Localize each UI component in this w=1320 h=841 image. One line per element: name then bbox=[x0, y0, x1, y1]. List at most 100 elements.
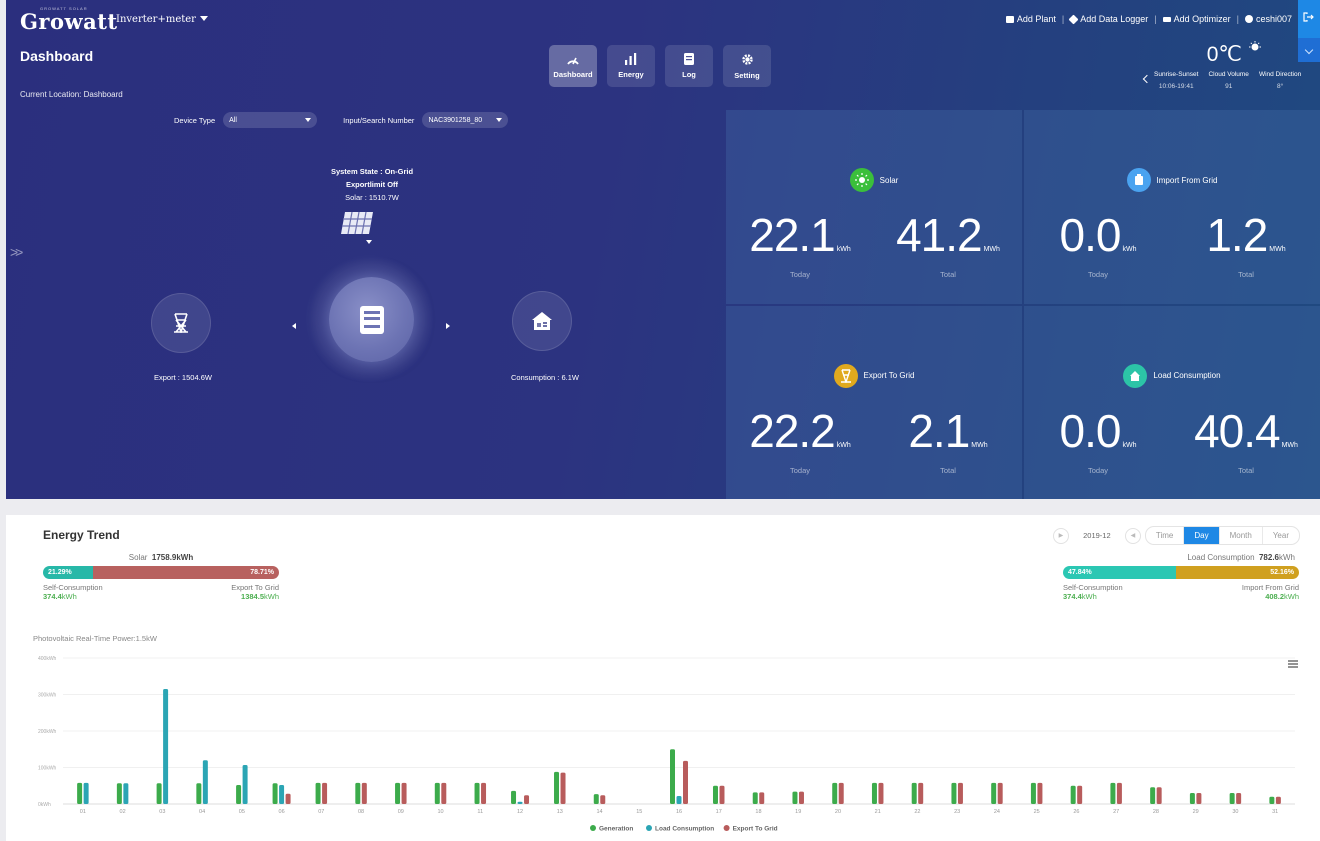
tab-log[interactable]: Log bbox=[665, 45, 713, 87]
total-value: 40.4 bbox=[1194, 404, 1281, 457]
import-value: 408.2 bbox=[1265, 592, 1284, 601]
energy-trend-title: Energy Trend bbox=[43, 528, 120, 542]
y-tick-label: 0kWh bbox=[38, 802, 51, 808]
tile-header: Import From Grid bbox=[1024, 168, 1320, 192]
next-date-button[interactable]: ◀ bbox=[1124, 527, 1141, 544]
weather-details: Sunrise-Sunset 10:06-19:41 Cloud Volume 91… bbox=[1154, 71, 1301, 90]
tile-solar[interactable]: Solar 22.1 kWh Today 41.2 MWh Total bbox=[726, 110, 1022, 304]
tile-load-consumption[interactable]: Load Consumption 0.0 kWh Today 40.4 MWh Tota… bbox=[1024, 305, 1320, 499]
total-stat: 2.1 MWh Total bbox=[874, 406, 1022, 475]
bar-generation bbox=[236, 785, 242, 804]
user-menu[interactable]: ceshi007 bbox=[1244, 14, 1292, 24]
x-tick-label: 25 bbox=[1034, 809, 1040, 815]
bar-export-to-grid bbox=[441, 782, 447, 804]
dashboard-banner: GROWATT SOLAR Growatt Inverter+meter Add… bbox=[6, 0, 1320, 499]
y-tick-label: 100kWh bbox=[38, 766, 57, 772]
tab-time[interactable]: Time bbox=[1146, 527, 1183, 544]
tile-export-to-grid[interactable]: Export To Grid 22.2 kWh Today 2.1 MWh Total bbox=[726, 305, 1022, 499]
tab-setting[interactable]: Setting bbox=[723, 45, 771, 87]
export-power-text: Export : 1504.6W bbox=[154, 373, 212, 382]
legend-marker bbox=[646, 825, 652, 831]
solar-panel-icon bbox=[341, 211, 373, 244]
solar-summary-title: Solar 1758.9kWh bbox=[43, 553, 279, 562]
inverter-node[interactable] bbox=[329, 277, 414, 362]
date-picker[interactable]: 2019-12 bbox=[1073, 531, 1121, 540]
tile-import-from-grid[interactable]: Import From Grid 0.0 kWh Today 1.2 MWh Total bbox=[1024, 110, 1320, 304]
tab-energy-label: Energy bbox=[618, 70, 644, 79]
tab-month[interactable]: Month bbox=[1218, 527, 1262, 544]
tab-day[interactable]: Day bbox=[1183, 527, 1219, 544]
today-stat: 22.1 kWh Today bbox=[726, 210, 874, 279]
load-summary: Load Consumption 782.6kWh 47.84% 52.16% … bbox=[1063, 553, 1299, 601]
tab-setting-label: Setting bbox=[734, 70, 760, 80]
system-state: System State : On-Grid Exportlimit Off S… bbox=[312, 165, 432, 204]
x-tick-label: 27 bbox=[1113, 809, 1119, 815]
solar-legend: Self-Consumption 374.4kWh Export To Grid 1… bbox=[43, 583, 279, 601]
bar-load-consumption bbox=[83, 782, 89, 804]
device-type-label: Device Type bbox=[174, 115, 216, 125]
bar-generation bbox=[196, 783, 202, 804]
bar-generation bbox=[434, 782, 440, 804]
tab-energy[interactable]: Energy bbox=[607, 45, 655, 87]
bar-generation bbox=[1189, 793, 1195, 804]
bar-generation bbox=[871, 782, 877, 804]
optimizer-icon bbox=[1162, 16, 1171, 22]
solar-total: 1758.9 bbox=[151, 553, 177, 562]
x-tick-label: 12 bbox=[517, 809, 523, 815]
top-links: Add Plant | Add Data Logger | Add Optimi… bbox=[1005, 14, 1292, 24]
legend-label: Generation bbox=[599, 826, 633, 833]
device-type-select[interactable]: All bbox=[223, 112, 318, 128]
pv-realtime-power: Photovoltaic Real-Time Power:1.5kW bbox=[33, 634, 157, 643]
today-label: Today bbox=[789, 270, 810, 279]
legend-label: Export To Grid bbox=[733, 826, 778, 833]
x-tick-label: 02 bbox=[120, 809, 126, 815]
chevron-down-icon bbox=[199, 16, 208, 21]
tile-values: 22.2 kWh Today 2.1 MWh Total bbox=[726, 406, 1022, 475]
weather-prev-icon[interactable] bbox=[1142, 74, 1152, 84]
plant-selector[interactable]: Inverter+meter bbox=[116, 14, 208, 25]
grid-node[interactable] bbox=[151, 293, 211, 353]
bar-export-to-grid bbox=[1116, 782, 1122, 804]
cloud-volume: Cloud Volume 91 bbox=[1208, 71, 1248, 90]
expand-sidebar-icon[interactable]: >> bbox=[10, 244, 23, 260]
x-tick-label: 21 bbox=[875, 809, 881, 815]
cloud-label: Cloud Volume bbox=[1208, 71, 1249, 78]
add-data-logger-link[interactable]: Add Data Logger bbox=[1068, 14, 1148, 24]
bar-generation bbox=[911, 782, 917, 804]
x-tick-label: 23 bbox=[954, 809, 960, 815]
search-number-select[interactable]: NAC3901258_80 bbox=[422, 112, 509, 128]
tile-title: Load Consumption bbox=[1153, 371, 1221, 380]
add-plant-label: Add Plant bbox=[1016, 14, 1056, 24]
legend-marker bbox=[590, 825, 596, 831]
add-optimizer-link[interactable]: Add Optimizer bbox=[1162, 14, 1231, 24]
load-legend: Self-Consumption 374.4kWh Import From Gri… bbox=[1063, 583, 1299, 601]
bar-export-to-grid bbox=[524, 795, 530, 804]
solar-split-bar: 21.29% 78.71% bbox=[43, 566, 279, 579]
total-value: 2.1 bbox=[908, 404, 970, 457]
bar-load-consumption bbox=[123, 783, 129, 804]
wind-direction: Wind Direction 8° bbox=[1259, 71, 1301, 90]
total-unit: MWh bbox=[983, 246, 1000, 253]
tab-dashboard[interactable]: Dashboard bbox=[549, 45, 597, 87]
prev-date-button[interactable]: ▶ bbox=[1052, 527, 1069, 544]
self-consumption-segment: 21.29% bbox=[43, 566, 94, 579]
x-tick-label: 07 bbox=[318, 809, 324, 815]
tab-year[interactable]: Year bbox=[1261, 527, 1299, 544]
bar-load-consumption bbox=[242, 764, 248, 804]
logout-button[interactable] bbox=[1298, 0, 1320, 38]
tile-title: Export To Grid bbox=[863, 371, 915, 380]
add-plant-link[interactable]: Add Plant bbox=[1005, 14, 1056, 24]
logout-icon bbox=[1303, 12, 1314, 22]
today-stat: 0.0 kWh Today bbox=[1024, 210, 1172, 279]
x-tick-label: 11 bbox=[477, 809, 483, 815]
growatt-logo[interactable]: Growatt bbox=[20, 9, 118, 34]
inverter-icon bbox=[359, 305, 384, 334]
export-value: 1384.5 bbox=[241, 592, 264, 601]
home-load-node[interactable] bbox=[512, 291, 572, 351]
sunrise-value: 10:06-19:41 bbox=[1158, 83, 1194, 90]
period-tabs: Time Day Month Year bbox=[1144, 526, 1300, 545]
total-value: 41.2 bbox=[896, 209, 983, 261]
load-icon bbox=[1123, 363, 1148, 388]
device-filters: Device Type All Input/Search Number NAC3… bbox=[174, 112, 509, 128]
today-unit: kWh bbox=[1122, 441, 1137, 449]
